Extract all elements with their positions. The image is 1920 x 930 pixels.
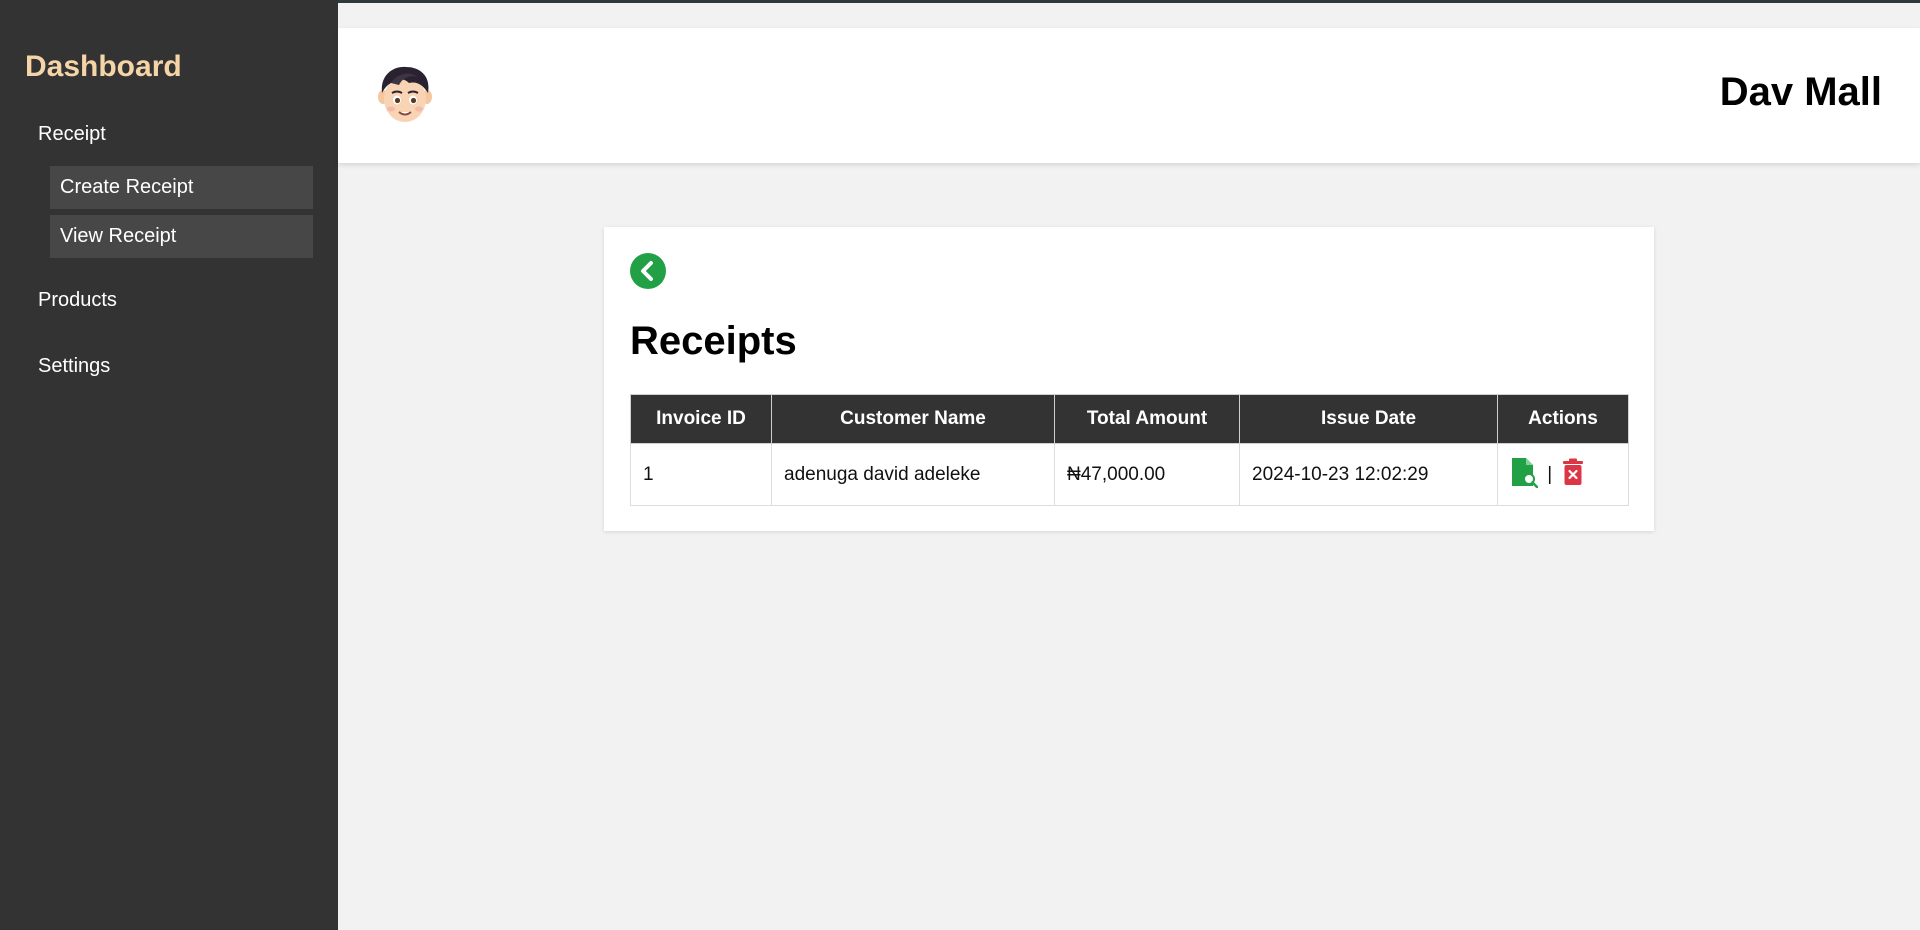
sidebar: Dashboard Receipt Create Receipt View Re… (0, 0, 338, 930)
cell-invoice-id: 1 (630, 443, 772, 506)
delete-icon (1562, 458, 1583, 485)
sidebar-item-receipt[interactable]: Receipt (38, 123, 106, 146)
chevron-left-circle-icon (641, 261, 653, 281)
table-header-row: Invoice ID Customer Name Total Amount Is… (630, 394, 1629, 444)
view-receipt-button[interactable] (1510, 456, 1539, 494)
receipts-table: Invoice ID Customer Name Total Amount Is… (630, 394, 1629, 506)
column-header-invoice-id: Invoice ID (630, 394, 772, 444)
avatar (373, 63, 437, 127)
receipts-card: Receipts Invoice ID Customer Name Total … (604, 227, 1654, 531)
action-separator: | (1547, 463, 1553, 485)
view-document-icon (1512, 457, 1539, 488)
cell-total-amount: ₦47,000.00 (1054, 443, 1240, 506)
back-button[interactable] (630, 253, 666, 289)
page-title: Receipts (630, 319, 797, 363)
column-header-actions: Actions (1497, 394, 1629, 444)
brand-title: Dav Mall (1719, 70, 1882, 114)
column-header-customer-name: Customer Name (771, 394, 1055, 444)
column-header-issue-date: Issue Date (1239, 394, 1498, 444)
sidebar-item-view-receipt[interactable]: View Receipt (50, 215, 313, 258)
delete-receipt-button[interactable] (1562, 458, 1584, 492)
boy-avatar-icon (378, 66, 432, 122)
cell-customer-name: adenuga david adeleke (771, 443, 1055, 506)
cell-actions: | (1497, 443, 1629, 506)
table-row: 1 adenuga david adeleke ₦47,000.00 2024-… (630, 443, 1629, 506)
cell-issue-date: 2024-10-23 12:02:29 (1239, 443, 1498, 506)
column-header-total-amount: Total Amount (1054, 394, 1240, 444)
sidebar-title: Dashboard (25, 50, 182, 83)
sidebar-item-products[interactable]: Products (38, 289, 117, 312)
top-header: Dav Mall (338, 28, 1920, 163)
sidebar-item-settings[interactable]: Settings (38, 355, 110, 378)
sidebar-item-create-receipt[interactable]: Create Receipt (50, 166, 313, 209)
